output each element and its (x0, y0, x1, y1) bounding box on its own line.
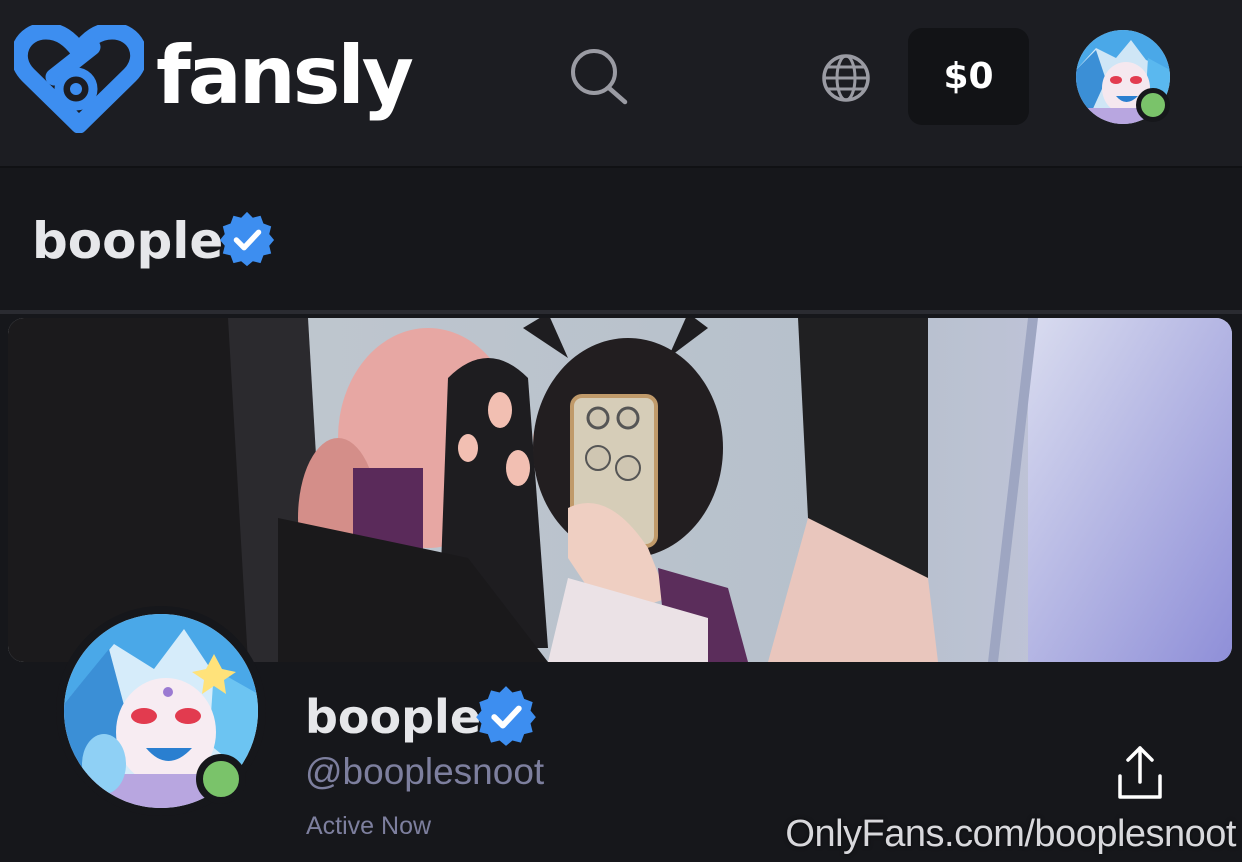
wallet-balance-button[interactable]: $0 (908, 28, 1029, 125)
profile-handle: @booplesnoot (305, 751, 545, 792)
fansly-heart-logo-icon[interactable] (14, 25, 144, 133)
online-status-indicator (1136, 88, 1170, 122)
search-button[interactable] (566, 46, 632, 106)
top-navigation-bar: fansly $0 (0, 0, 1242, 168)
search-icon (571, 49, 628, 105)
brand-wordmark[interactable]: fansly (156, 26, 414, 126)
watermark-text: OnlyFans.com/booplesnoot (785, 813, 1236, 855)
verified-badge-icon (476, 686, 536, 746)
verified-badge-icon (219, 211, 275, 267)
profile-display-name: boople (305, 690, 482, 744)
profile-avatar[interactable] (56, 606, 266, 816)
activity-status: Active Now (306, 812, 432, 840)
user-avatar[interactable] (1076, 30, 1170, 124)
online-status-indicator (196, 754, 246, 804)
share-button[interactable] (1110, 742, 1170, 802)
page-title: boople (32, 212, 224, 270)
profile-title-bar: boople (0, 170, 1242, 314)
share-icon (1118, 746, 1162, 799)
language-button[interactable] (818, 50, 874, 106)
globe-icon (822, 54, 870, 102)
